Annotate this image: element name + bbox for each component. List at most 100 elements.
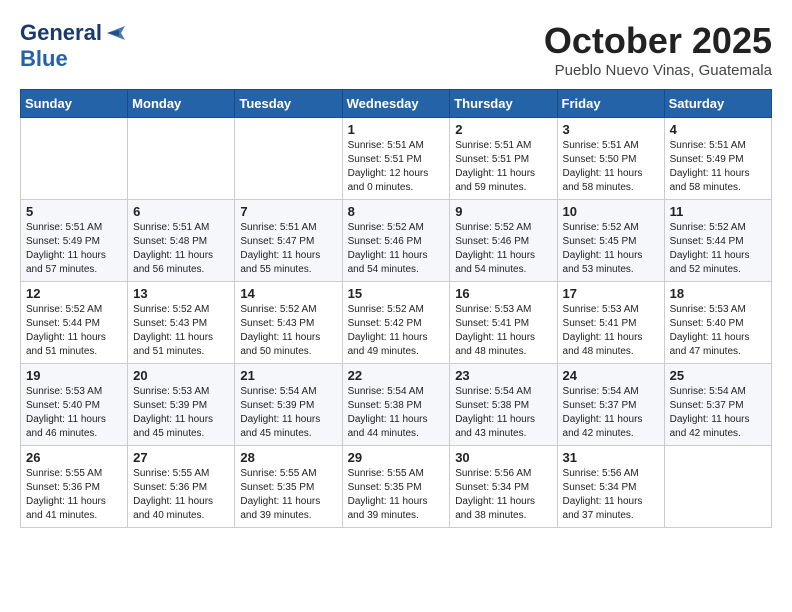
day-number: 4 xyxy=(670,122,766,137)
calendar-cell: 14Sunrise: 5:52 AM Sunset: 5:43 PM Dayli… xyxy=(235,282,342,364)
day-number: 18 xyxy=(670,286,766,301)
day-info: Sunrise: 5:55 AM Sunset: 5:36 PM Dayligh… xyxy=(26,467,122,523)
day-number: 10 xyxy=(563,204,659,219)
day-info: Sunrise: 5:53 AM Sunset: 5:40 PM Dayligh… xyxy=(26,385,122,441)
calendar-cell: 6 Sunrise: 5:51 AM Sunset: 5:48 PM Daylig… xyxy=(128,200,235,282)
calendar-cell xyxy=(128,118,235,200)
day-info: Sunrise: 5:51 AM Sunset: 5:47 PM Dayligh… xyxy=(240,221,336,277)
calendar-cell: 23Sunrise: 5:54 AM Sunset: 5:38 PM Dayli… xyxy=(450,364,557,446)
day-info: Sunrise: 5:54 AM Sunset: 5:37 PM Dayligh… xyxy=(670,385,766,441)
day-info: Sunrise: 5:54 AM Sunset: 5:39 PM Dayligh… xyxy=(240,385,336,441)
calendar-week-row: 26Sunrise: 5:55 AM Sunset: 5:36 PM Dayli… xyxy=(21,446,772,528)
calendar-cell: 26Sunrise: 5:55 AM Sunset: 5:36 PM Dayli… xyxy=(21,446,128,528)
day-info: Sunrise: 5:52 AM Sunset: 5:45 PM Dayligh… xyxy=(563,221,659,277)
calendar-cell: 15 Sunrise: 5:52 AM Sunset: 5:42 PM Dayli… xyxy=(342,282,450,364)
day-info: Sunrise: 5:51 AM Sunset: 5:49 PM Dayligh… xyxy=(670,139,766,195)
calendar-cell: 17 Sunrise: 5:53 AM Sunset: 5:41 PM Dayli… xyxy=(557,282,664,364)
calendar-cell: 1Sunrise: 5:51 AM Sunset: 5:51 PM Daylig… xyxy=(342,118,450,200)
day-number: 16 xyxy=(455,286,551,301)
location: Pueblo Nuevo Vinas, Guatemala xyxy=(544,62,772,79)
day-info: Sunrise: 5:55 AM Sunset: 5:36 PM Dayligh… xyxy=(133,467,229,523)
day-info: Sunrise: 5:54 AM Sunset: 5:37 PM Dayligh… xyxy=(563,385,659,441)
logo-plane-icon xyxy=(105,24,127,42)
day-info: Sunrise: 5:51 AM Sunset: 5:48 PM Dayligh… xyxy=(133,221,229,277)
calendar-cell: 16 Sunrise: 5:53 AM Sunset: 5:41 PM Dayli… xyxy=(450,282,557,364)
title-block: October 2025 Pueblo Nuevo Vinas, Guatema… xyxy=(544,20,772,79)
day-number: 30 xyxy=(455,450,551,465)
calendar-cell: 19 Sunrise: 5:53 AM Sunset: 5:40 PM Dayli… xyxy=(21,364,128,446)
calendar-cell: 22Sunrise: 5:54 AM Sunset: 5:38 PM Dayli… xyxy=(342,364,450,446)
day-number: 6 xyxy=(133,204,229,219)
day-info: Sunrise: 5:53 AM Sunset: 5:41 PM Dayligh… xyxy=(455,303,551,359)
calendar-header-friday: Friday xyxy=(557,90,664,118)
day-number: 11 xyxy=(670,204,766,219)
day-number: 15 xyxy=(348,286,445,301)
day-number: 20 xyxy=(133,368,229,383)
day-number: 17 xyxy=(563,286,659,301)
day-number: 24 xyxy=(563,368,659,383)
day-number: 2 xyxy=(455,122,551,137)
day-number: 3 xyxy=(563,122,659,137)
calendar-cell xyxy=(21,118,128,200)
calendar-cell: 31Sunrise: 5:56 AM Sunset: 5:34 PM Dayli… xyxy=(557,446,664,528)
day-number: 5 xyxy=(26,204,122,219)
calendar-cell: 18 Sunrise: 5:53 AM Sunset: 5:40 PM Dayli… xyxy=(664,282,771,364)
calendar-cell: 25 Sunrise: 5:54 AM Sunset: 5:37 PM Dayli… xyxy=(664,364,771,446)
day-info: Sunrise: 5:52 AM Sunset: 5:46 PM Dayligh… xyxy=(455,221,551,277)
calendar-cell: 2 Sunrise: 5:51 AM Sunset: 5:51 PM Daylig… xyxy=(450,118,557,200)
day-number: 21 xyxy=(240,368,336,383)
calendar-week-row: 1Sunrise: 5:51 AM Sunset: 5:51 PM Daylig… xyxy=(21,118,772,200)
day-info: Sunrise: 5:56 AM Sunset: 5:34 PM Dayligh… xyxy=(455,467,551,523)
day-info: Sunrise: 5:55 AM Sunset: 5:35 PM Dayligh… xyxy=(240,467,336,523)
day-number: 31 xyxy=(563,450,659,465)
calendar-cell: 3Sunrise: 5:51 AM Sunset: 5:50 PM Daylig… xyxy=(557,118,664,200)
calendar-cell: 29 Sunrise: 5:55 AM Sunset: 5:35 PM Dayli… xyxy=(342,446,450,528)
calendar-header-saturday: Saturday xyxy=(664,90,771,118)
calendar-cell: 9 Sunrise: 5:52 AM Sunset: 5:46 PM Daylig… xyxy=(450,200,557,282)
day-number: 27 xyxy=(133,450,229,465)
calendar-header-row: SundayMondayTuesdayWednesdayThursdayFrid… xyxy=(21,90,772,118)
calendar-cell: 13 Sunrise: 5:52 AM Sunset: 5:43 PM Dayli… xyxy=(128,282,235,364)
calendar-week-row: 5 Sunrise: 5:51 AM Sunset: 5:49 PM Daylig… xyxy=(21,200,772,282)
day-info: Sunrise: 5:51 AM Sunset: 5:51 PM Dayligh… xyxy=(455,139,551,195)
day-info: Sunrise: 5:54 AM Sunset: 5:38 PM Dayligh… xyxy=(348,385,445,441)
calendar-cell: 28 Sunrise: 5:55 AM Sunset: 5:35 PM Dayli… xyxy=(235,446,342,528)
calendar-header-tuesday: Tuesday xyxy=(235,90,342,118)
day-number: 8 xyxy=(348,204,445,219)
calendar-cell: 30 Sunrise: 5:56 AM Sunset: 5:34 PM Dayli… xyxy=(450,446,557,528)
logo-general-text: General xyxy=(20,20,102,46)
calendar-cell xyxy=(235,118,342,200)
calendar-cell: 12Sunrise: 5:52 AM Sunset: 5:44 PM Dayli… xyxy=(21,282,128,364)
day-number: 19 xyxy=(26,368,122,383)
day-number: 12 xyxy=(26,286,122,301)
calendar-week-row: 12Sunrise: 5:52 AM Sunset: 5:44 PM Dayli… xyxy=(21,282,772,364)
day-info: Sunrise: 5:54 AM Sunset: 5:38 PM Dayligh… xyxy=(455,385,551,441)
logo-blue-text: Blue xyxy=(20,46,68,71)
day-info: Sunrise: 5:52 AM Sunset: 5:43 PM Dayligh… xyxy=(240,303,336,359)
day-number: 28 xyxy=(240,450,336,465)
day-number: 13 xyxy=(133,286,229,301)
calendar-cell: 4 Sunrise: 5:51 AM Sunset: 5:49 PM Daylig… xyxy=(664,118,771,200)
day-number: 9 xyxy=(455,204,551,219)
day-number: 7 xyxy=(240,204,336,219)
day-info: Sunrise: 5:51 AM Sunset: 5:49 PM Dayligh… xyxy=(26,221,122,277)
month-title: October 2025 xyxy=(544,20,772,62)
calendar-week-row: 19 Sunrise: 5:53 AM Sunset: 5:40 PM Dayli… xyxy=(21,364,772,446)
day-info: Sunrise: 5:52 AM Sunset: 5:42 PM Dayligh… xyxy=(348,303,445,359)
day-info: Sunrise: 5:53 AM Sunset: 5:41 PM Dayligh… xyxy=(563,303,659,359)
calendar-cell: 11Sunrise: 5:52 AM Sunset: 5:44 PM Dayli… xyxy=(664,200,771,282)
calendar-header-sunday: Sunday xyxy=(21,90,128,118)
day-info: Sunrise: 5:53 AM Sunset: 5:40 PM Dayligh… xyxy=(670,303,766,359)
calendar-cell: 24 Sunrise: 5:54 AM Sunset: 5:37 PM Dayli… xyxy=(557,364,664,446)
day-number: 25 xyxy=(670,368,766,383)
calendar-cell: 10 Sunrise: 5:52 AM Sunset: 5:45 PM Dayli… xyxy=(557,200,664,282)
day-info: Sunrise: 5:52 AM Sunset: 5:46 PM Dayligh… xyxy=(348,221,445,277)
calendar-cell: 27 Sunrise: 5:55 AM Sunset: 5:36 PM Dayli… xyxy=(128,446,235,528)
calendar-cell: 21 Sunrise: 5:54 AM Sunset: 5:39 PM Dayli… xyxy=(235,364,342,446)
day-info: Sunrise: 5:52 AM Sunset: 5:43 PM Dayligh… xyxy=(133,303,229,359)
calendar-cell: 8 Sunrise: 5:52 AM Sunset: 5:46 PM Daylig… xyxy=(342,200,450,282)
day-info: Sunrise: 5:53 AM Sunset: 5:39 PM Dayligh… xyxy=(133,385,229,441)
day-number: 29 xyxy=(348,450,445,465)
day-info: Sunrise: 5:55 AM Sunset: 5:35 PM Dayligh… xyxy=(348,467,445,523)
calendar-header-thursday: Thursday xyxy=(450,90,557,118)
